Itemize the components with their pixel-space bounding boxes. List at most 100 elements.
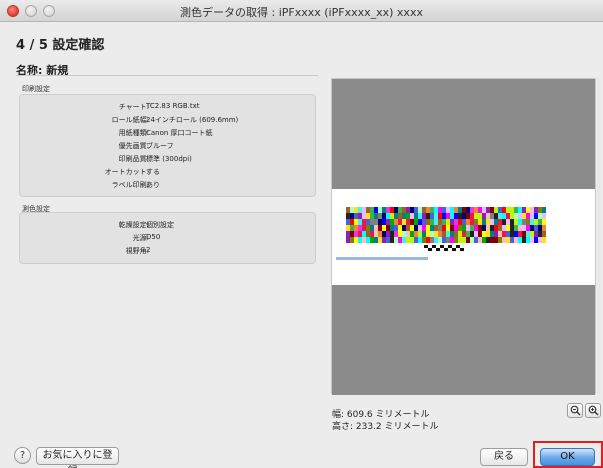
color-patch — [362, 219, 366, 225]
color-patch — [522, 225, 526, 231]
color-patch — [426, 225, 430, 231]
color-patch — [410, 219, 414, 225]
print-setting-row: ロール紙幅: 24インチロール (609.6mm) — [20, 115, 315, 126]
zoom-out-button[interactable] — [567, 403, 583, 418]
color-patch — [346, 231, 350, 237]
color-patch — [534, 225, 538, 231]
color-patch — [366, 225, 370, 231]
color-patch — [378, 207, 382, 213]
add-to-favorites-button[interactable]: お気に入りに登録... — [36, 447, 119, 468]
color-patch — [486, 207, 490, 213]
color-patch — [530, 237, 534, 243]
color-patch — [394, 231, 398, 237]
color-patch — [510, 213, 514, 219]
color-patch — [474, 237, 478, 243]
print-setting-key: 印刷品質: — [118, 155, 149, 163]
color-patch — [542, 231, 546, 237]
color-patch — [350, 225, 354, 231]
color-patch — [446, 213, 450, 219]
print-setting-value: ブルーフ — [146, 142, 174, 150]
color-patch — [394, 213, 398, 219]
print-setting-key: 用紙種類: — [118, 129, 149, 137]
color-patch — [482, 207, 486, 213]
preview-scrollbar[interactable] — [597, 78, 601, 394]
color-patch — [362, 207, 366, 213]
color-patch — [366, 231, 370, 237]
color-patch — [362, 225, 366, 231]
color-patch — [442, 225, 446, 231]
color-patch — [438, 237, 442, 243]
color-patch — [490, 231, 494, 237]
alignment-mark — [444, 248, 448, 251]
color-patch — [534, 231, 538, 237]
color-patch — [374, 207, 378, 213]
color-patch — [426, 213, 430, 219]
color-patch — [506, 213, 510, 219]
color-patch — [442, 207, 446, 213]
help-button[interactable]: ? — [14, 447, 31, 464]
color-patch — [518, 207, 522, 213]
print-setting-key: 優先画質: — [118, 142, 149, 150]
color-patch — [438, 207, 442, 213]
color-patch — [502, 231, 506, 237]
color-patch — [462, 219, 466, 225]
color-patch — [394, 225, 398, 231]
color-patch — [418, 219, 422, 225]
preview-height-text: 高さ: 233.2 ミリメートル — [332, 422, 439, 432]
color-patch — [486, 237, 490, 243]
color-patch — [526, 237, 530, 243]
color-patch — [490, 207, 494, 213]
print-setting-value: 24インチロール (609.6mm) — [146, 116, 239, 124]
color-patch — [502, 207, 506, 213]
color-patch — [410, 207, 414, 213]
color-patch — [390, 213, 394, 219]
measure-setting-value: D50 — [146, 233, 161, 241]
color-patch — [394, 207, 398, 213]
zoom-in-button[interactable] — [585, 403, 601, 418]
color-patch — [490, 225, 494, 231]
color-patch — [458, 219, 462, 225]
print-preview — [331, 78, 596, 395]
color-patch — [414, 225, 418, 231]
color-patch — [362, 237, 366, 243]
print-setting-key: ロール紙幅: — [111, 116, 149, 124]
color-patch — [442, 213, 446, 219]
print-setting-key: チャート: — [118, 103, 149, 111]
color-patch — [526, 219, 530, 225]
color-patch — [382, 231, 386, 237]
color-patch — [406, 237, 410, 243]
color-patch — [390, 231, 394, 237]
measure-settings-group: 乾燥設定: 個別設定 光源: D50 視野角: 2 — [19, 212, 316, 264]
color-patch — [410, 225, 414, 231]
print-setting-row: 印刷品質: 標準 (300dpi) — [20, 154, 315, 165]
color-patch — [422, 219, 426, 225]
color-patch — [402, 207, 406, 213]
color-patch — [350, 207, 354, 213]
color-patch — [390, 207, 394, 213]
color-patch — [514, 213, 518, 219]
color-patch — [538, 237, 542, 243]
color-patch — [434, 219, 438, 225]
color-patch — [430, 207, 434, 213]
color-patch — [446, 231, 450, 237]
color-patch — [378, 225, 382, 231]
color-patch — [378, 219, 382, 225]
color-patch — [542, 225, 546, 231]
color-patch — [438, 219, 442, 225]
ok-button[interactable]: OK — [540, 448, 595, 466]
color-patch — [490, 213, 494, 219]
color-patch — [506, 225, 510, 231]
back-button[interactable]: 戻る — [480, 448, 528, 466]
color-patch — [462, 225, 466, 231]
color-patch — [426, 237, 430, 243]
color-patch — [378, 231, 382, 237]
alignment-mark — [424, 245, 428, 248]
color-patch — [474, 231, 478, 237]
color-patch — [470, 207, 474, 213]
color-patch — [466, 237, 470, 243]
color-patch — [542, 237, 546, 243]
color-patch — [382, 219, 386, 225]
color-patch — [454, 231, 458, 237]
color-patch — [418, 213, 422, 219]
color-patch — [366, 207, 370, 213]
